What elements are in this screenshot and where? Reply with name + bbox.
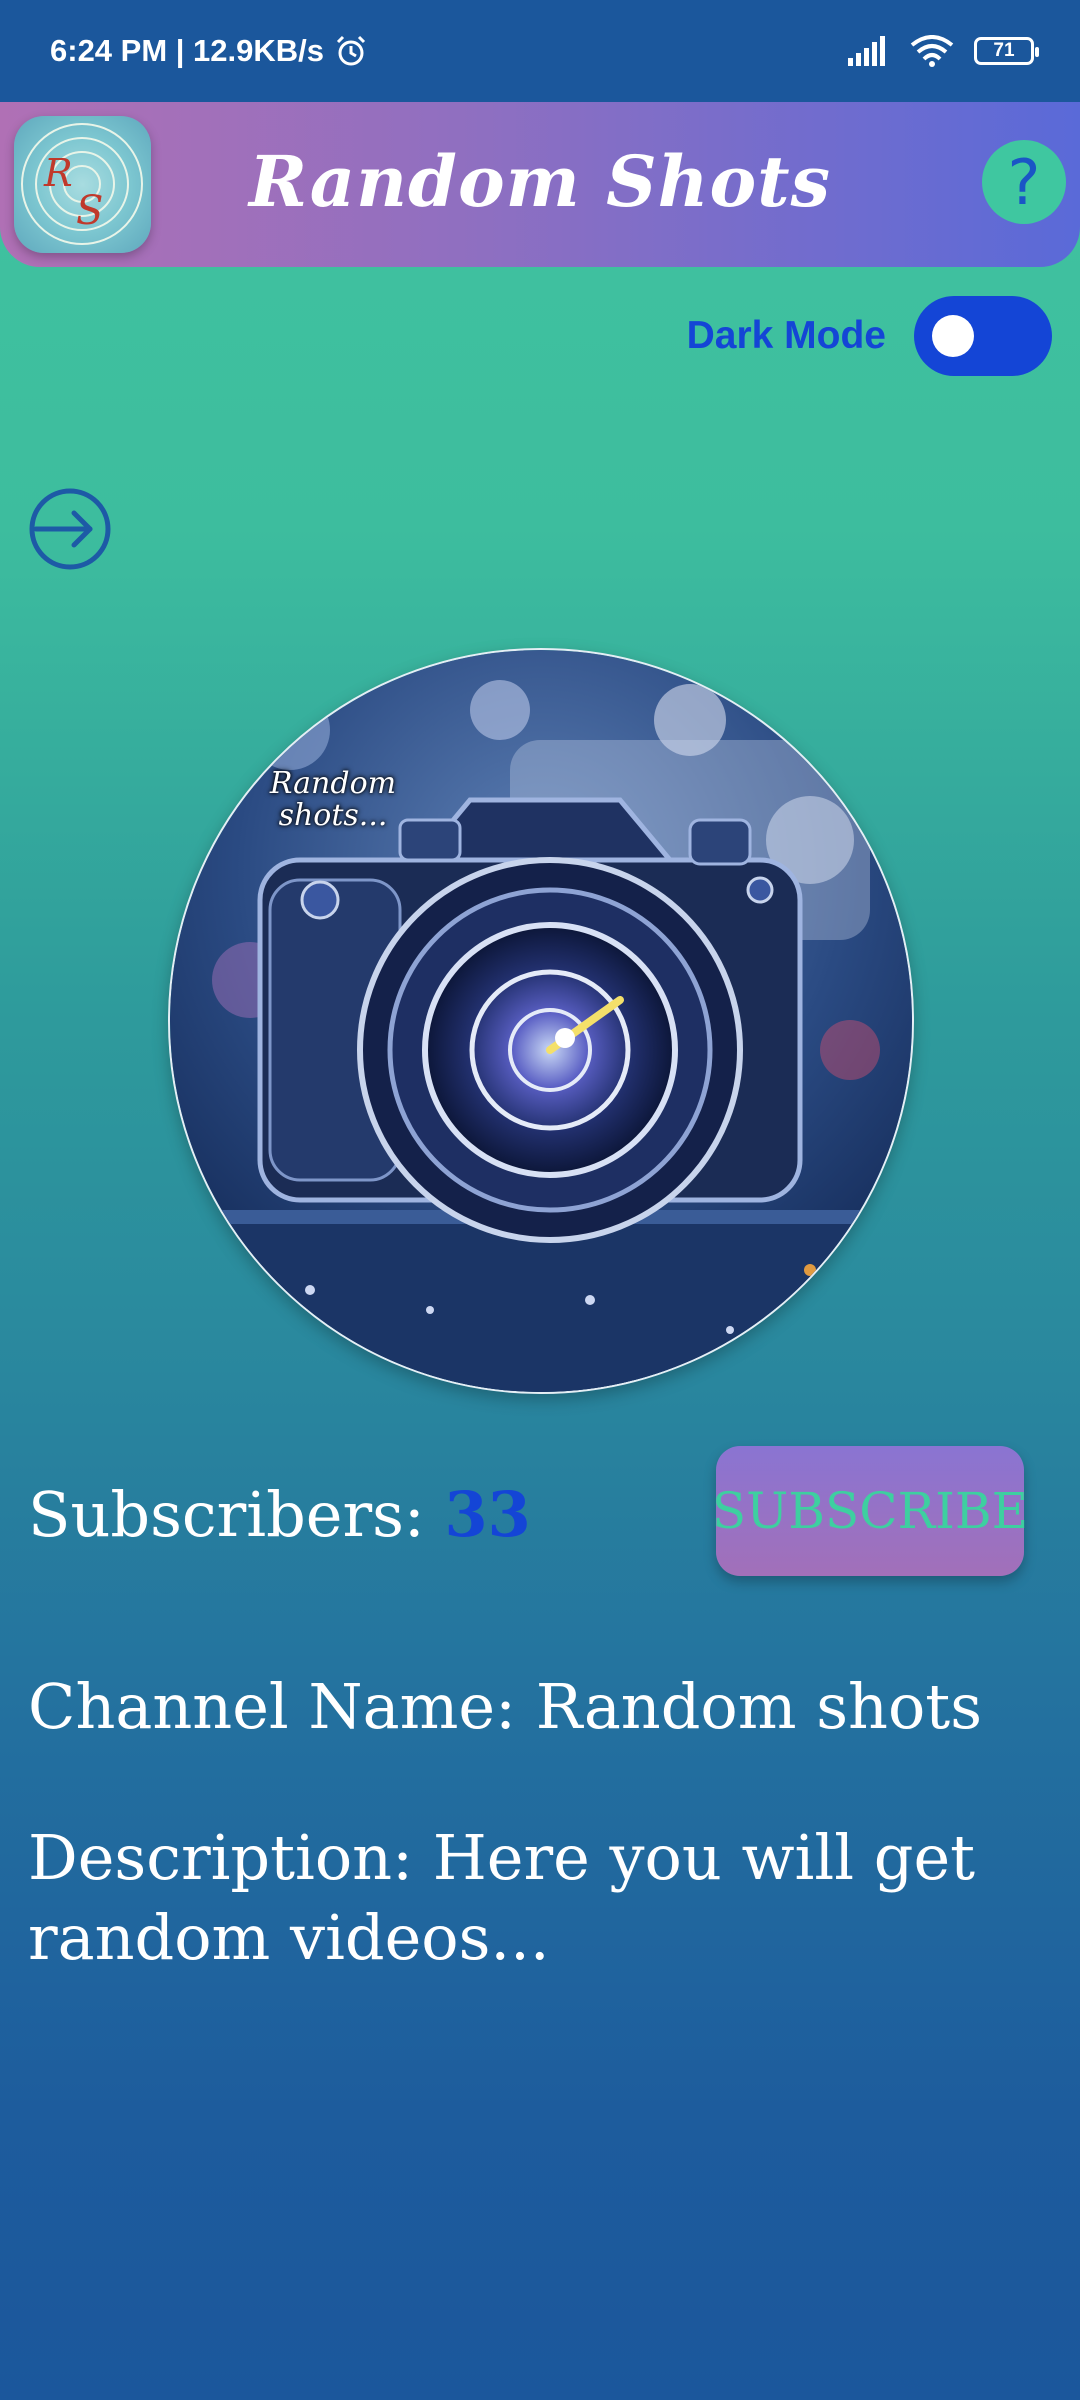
logout-icon[interactable]: [26, 485, 114, 573]
dark-mode-toggle[interactable]: [914, 296, 1052, 376]
battery-icon: 71: [974, 37, 1039, 65]
toggle-knob: [932, 315, 974, 357]
status-time: 6:24 PM | 12.9KB/s: [50, 33, 325, 68]
subscribers-row: Subscribers: 33: [28, 1478, 531, 1551]
signal-icon: [848, 36, 885, 66]
profile-watermark: Random shots...: [269, 766, 397, 833]
subscribers-count: 33: [444, 1478, 531, 1551]
channel-profile-image: Random shots...: [168, 648, 914, 1394]
help-icon: ?: [1007, 145, 1041, 219]
dark-mode-label: Dark Mode: [686, 314, 886, 357]
alarm-icon: [336, 35, 366, 66]
app-title: Random Shots: [249, 140, 831, 223]
battery-level: 71: [993, 40, 1015, 61]
wifi-icon: [910, 35, 954, 67]
dark-mode-row: Dark Mode: [687, 296, 1052, 376]
status-bar: 6:24 PM | 12.9KB/s 71: [0, 0, 1080, 102]
status-left: 6:24 PM | 12.9KB/s: [50, 33, 368, 69]
channel-name: Channel Name: Random shots: [28, 1670, 983, 1743]
channel-description: Description: Here you will get random vi…: [28, 1821, 976, 1974]
status-right: 71: [848, 35, 1039, 67]
camera-artwork-icon: [170, 650, 912, 1392]
app-bar: R S Random Shots ?: [0, 102, 1080, 267]
help-button[interactable]: ?: [982, 140, 1066, 224]
subscribers-label: Subscribers:: [28, 1478, 445, 1551]
subscribe-button[interactable]: SUBSCRIBE: [712, 1446, 1028, 1576]
